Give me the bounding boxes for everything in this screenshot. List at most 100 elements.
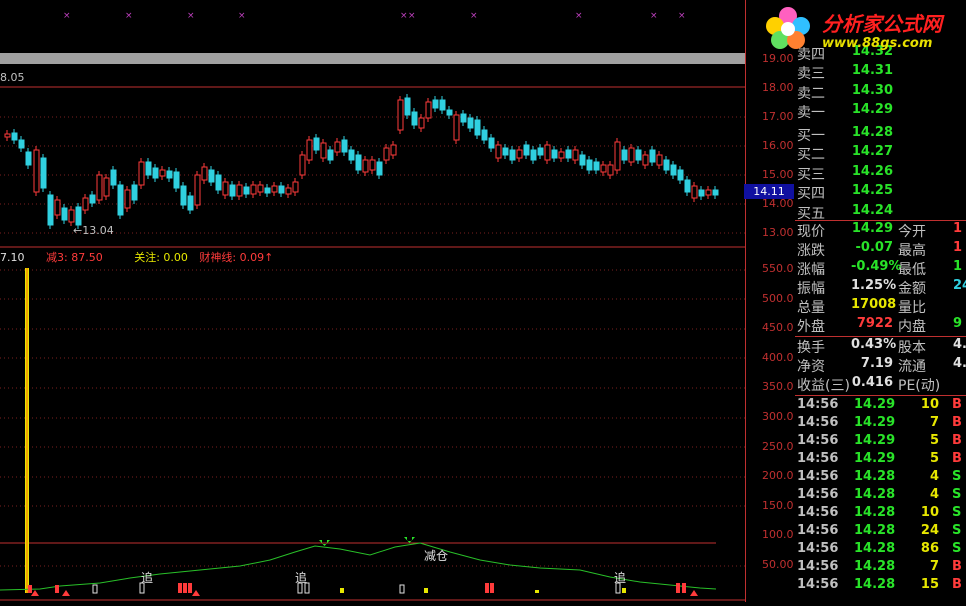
axis-tick: 15.00 — [762, 168, 794, 181]
order-row: 买二 14.27 — [795, 144, 966, 163]
tick-volume: 4 — [929, 487, 939, 502]
axis-tick: 450.0 — [762, 321, 794, 335]
chart-canvas[interactable]: × × × × × × × × × × — [0, 0, 745, 602]
quote-label: 金额 — [898, 281, 926, 297]
svg-text:×: × — [125, 11, 133, 21]
svg-text:×: × — [400, 11, 408, 21]
order-label: 买二 — [797, 147, 825, 163]
candle — [222, 181, 229, 196]
axis-tick: 150.0 — [762, 498, 794, 512]
tick-row: 14:56 14.28 15 B — [795, 577, 966, 595]
candle — [75, 206, 82, 226]
tick-time: 14:56 — [797, 505, 839, 520]
candle — [124, 189, 131, 209]
tick-row: 14:56 14.28 24 S — [795, 523, 966, 541]
candle — [369, 159, 376, 171]
quote-label: 今开 — [898, 224, 926, 240]
tick-time: 14:56 — [797, 469, 839, 484]
axis-tick: 50.00 — [762, 558, 794, 571]
site-logo: 分析家公式网 www.88gs.com — [762, 2, 966, 52]
signal-bar — [183, 583, 187, 593]
tick-side: B — [952, 451, 962, 466]
candle — [586, 159, 593, 171]
signal-bar — [676, 583, 680, 593]
candle — [201, 166, 208, 181]
tick-side: B — [952, 397, 962, 412]
quote-row: 振幅 1.25% 金额 24 — [795, 278, 966, 297]
tick-side: B — [952, 415, 962, 430]
signal-bar — [485, 583, 489, 593]
quote-row: 现价 14.29 今开 1 — [795, 221, 966, 240]
axis-tick: 400.0 — [762, 350, 794, 364]
candle — [145, 161, 152, 176]
candle — [68, 209, 75, 223]
quote-value: 7922 — [856, 316, 893, 331]
chart-area[interactable]: × × × × × × × × × × 8.05 ←13.04 7.10 减3:… — [0, 0, 745, 602]
candle — [299, 154, 306, 176]
candle — [292, 181, 299, 193]
candle — [194, 174, 201, 206]
quote-label: 涨跌 — [797, 243, 825, 259]
candle — [250, 184, 257, 195]
candle — [355, 154, 362, 171]
svg-text:×: × — [650, 11, 658, 21]
scroll-bar[interactable] — [0, 53, 745, 64]
tick-volume: 5 — [929, 433, 939, 448]
candle — [425, 101, 432, 119]
quote-label: 振幅 — [797, 281, 825, 297]
candle — [278, 185, 285, 194]
tick-time: 14:56 — [797, 559, 839, 574]
candle — [509, 149, 516, 161]
tick-side: S — [952, 541, 962, 556]
tick-time: 14:56 — [797, 397, 839, 412]
quote-label: 最高 — [898, 243, 926, 259]
candle — [572, 149, 579, 161]
candle — [54, 199, 61, 216]
candle — [684, 179, 691, 193]
axis-tick: 350.0 — [762, 380, 794, 394]
candle — [257, 184, 264, 193]
candle — [89, 194, 96, 204]
tick-row: 14:56 14.29 7 B — [795, 415, 966, 433]
tick-volume: 5 — [929, 451, 939, 466]
candle — [481, 129, 488, 141]
signal-bar — [424, 588, 428, 593]
order-row: 买三 14.26 — [795, 164, 966, 183]
tick-row: 14:56 14.28 86 S — [795, 541, 966, 559]
candle — [635, 149, 642, 161]
order-price: 14.24 — [851, 202, 893, 218]
quote-label: 净资 — [797, 359, 825, 375]
signal-label: 减仓 — [424, 549, 449, 563]
svg-text:×: × — [575, 11, 583, 21]
candle — [607, 164, 614, 176]
candle — [18, 139, 25, 149]
candlesticks[interactable] — [4, 94, 719, 229]
candle — [551, 149, 558, 159]
candle — [61, 207, 68, 221]
candle — [117, 184, 124, 216]
quote-value: 1 — [953, 240, 963, 255]
candle — [411, 111, 418, 126]
candle — [383, 147, 390, 161]
svg-text:×: × — [238, 11, 246, 21]
svg-text:×: × — [470, 11, 478, 21]
tick-row: 14:56 14.29 5 B — [795, 451, 966, 469]
current-price-tag: 14.11 — [744, 184, 794, 199]
quote-row: 涨跌 -0.07 最高 1 — [795, 240, 966, 259]
order-price: 14.25 — [851, 183, 893, 198]
tick-price: 14.29 — [854, 433, 896, 448]
order-label: 买四 — [797, 186, 825, 202]
candle — [11, 132, 18, 141]
candle — [418, 117, 425, 129]
candle — [341, 139, 348, 153]
candle — [173, 171, 180, 189]
tick-row: 14:56 14.28 7 B — [795, 559, 966, 577]
tick-price: 14.28 — [854, 469, 896, 484]
tick-side: S — [952, 523, 962, 538]
candle — [25, 151, 32, 166]
tick-side: B — [952, 433, 962, 448]
candle — [271, 185, 278, 193]
order-label: 卖一 — [797, 105, 825, 121]
axis-tick: 16.00 — [762, 139, 794, 152]
signal-bar — [92, 584, 98, 594]
